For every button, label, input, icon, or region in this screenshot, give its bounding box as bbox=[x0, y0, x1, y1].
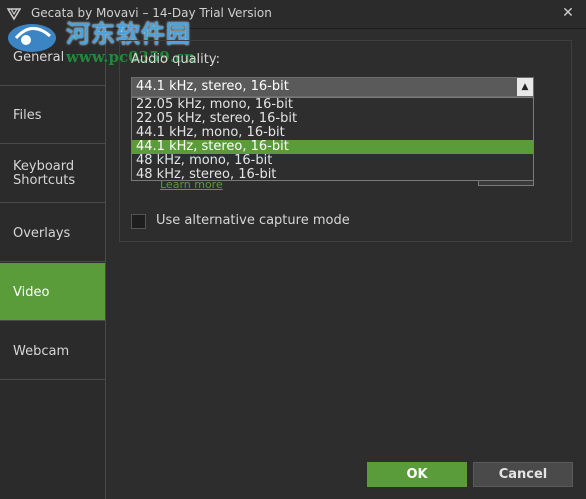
audio-quality-dropdown-list: 22.05 kHz, mono, 16-bit 22.05 kHz, stere… bbox=[131, 97, 534, 182]
sidebar-item-label: Keyboard Shortcuts bbox=[13, 159, 76, 188]
dropdown-option-selected[interactable]: 44.1 kHz, stereo, 16-bit bbox=[132, 140, 533, 154]
sidebar-item-video[interactable]: Video bbox=[0, 263, 105, 321]
option-label: 48 kHz, mono, 16-bit bbox=[136, 153, 273, 168]
dropdown-arrow-icon[interactable]: ▲ bbox=[517, 78, 533, 96]
dropdown-option[interactable]: 48 kHz, mono, 16-bit bbox=[132, 154, 533, 168]
sidebar-item-keyboard-shortcuts[interactable]: Keyboard Shortcuts bbox=[0, 145, 105, 203]
dropdown-option[interactable]: 22.05 kHz, mono, 16-bit bbox=[132, 98, 533, 112]
sidebar-item-label: Video bbox=[13, 285, 50, 300]
ok-button[interactable]: OK bbox=[367, 462, 467, 487]
sidebar-item-label: Files bbox=[13, 108, 42, 123]
cancel-button[interactable]: Cancel bbox=[473, 462, 573, 487]
dropdown-option[interactable]: 22.05 kHz, stereo, 16-bit bbox=[132, 112, 533, 126]
audio-quality-select[interactable]: 44.1 kHz, stereo, 16-bit ▲ bbox=[131, 77, 534, 97]
alternative-capture-label: Use alternative capture mode bbox=[156, 213, 350, 228]
option-label: 44.1 kHz, stereo, 16-bit bbox=[136, 139, 289, 154]
audio-quality-label: Audio quality: bbox=[131, 52, 220, 67]
sidebar-item-overlays[interactable]: Overlays bbox=[0, 204, 105, 262]
alternative-capture-checkbox[interactable] bbox=[131, 214, 146, 229]
sidebar-item-label: Webcam bbox=[13, 344, 70, 359]
sidebar-item-label: Overlays bbox=[13, 226, 71, 241]
dropdown-option[interactable]: 48 kHz, stereo, 16-bit bbox=[132, 168, 533, 182]
option-label: 44.1 kHz, mono, 16-bit bbox=[136, 125, 285, 140]
sidebar-item-webcam[interactable]: Webcam bbox=[0, 322, 105, 380]
option-label: 22.05 kHz, stereo, 16-bit bbox=[136, 111, 298, 126]
close-icon: ✕ bbox=[562, 5, 574, 21]
close-window-button[interactable]: ✕ bbox=[558, 3, 578, 23]
dropdown-option[interactable]: 44.1 kHz, mono, 16-bit bbox=[132, 126, 533, 140]
sidebar-item-files[interactable]: Files bbox=[0, 86, 105, 144]
option-label: 48 kHz, stereo, 16-bit bbox=[136, 167, 277, 182]
settings-sidebar: General Files Keyboard Shortcuts Overlay… bbox=[0, 28, 106, 499]
audio-quality-selected-value: 44.1 kHz, stereo, 16-bit bbox=[136, 79, 289, 94]
option-label: 22.05 kHz, mono, 16-bit bbox=[136, 97, 294, 112]
watermark-logo-icon bbox=[8, 24, 56, 52]
